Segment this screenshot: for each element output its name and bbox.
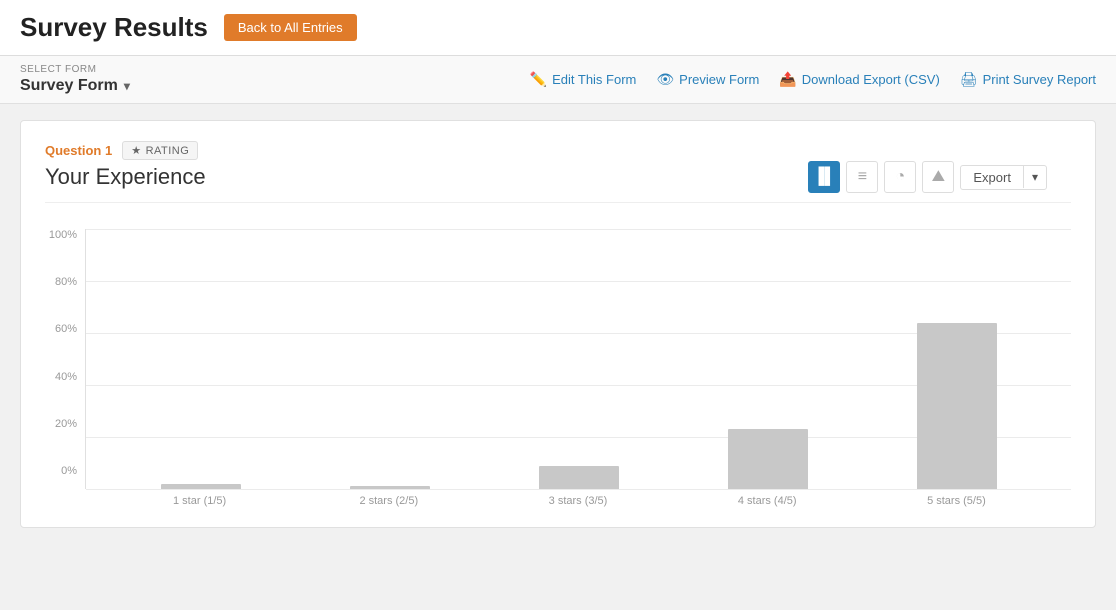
select-form-label: SELECT FORM (20, 64, 130, 75)
chevron-down-icon: ▾ (124, 79, 130, 93)
bar-group-2 (295, 486, 484, 489)
bar-2 (350, 486, 430, 489)
question-card: Question 1 ★ RATING ▐▌ ≡ ◔ (20, 120, 1096, 528)
x-label-1: 1 star (1/5) (105, 495, 294, 507)
bar-chart-icon: ▐▌ (813, 168, 836, 186)
x-label-2: 2 stars (2/5) (294, 495, 483, 507)
toolbar-actions: ✏️ Edit This Form 👁 Preview Form 📤 Downl… (530, 71, 1096, 88)
x-labels: 1 star (1/5) 2 stars (2/5) 3 stars (3/5)… (85, 489, 1071, 507)
chart-body: 1 star (1/5) 2 stars (2/5) 3 stars (3/5)… (85, 229, 1071, 507)
download-export-label: Download Export (CSV) (802, 72, 940, 87)
edit-form-label: Edit This Form (552, 72, 636, 87)
bar-5 (917, 323, 997, 489)
question-type-badge: ★ RATING (122, 141, 198, 160)
main-content: Question 1 ★ RATING ▐▌ ≡ ◔ (0, 104, 1116, 544)
x-label-5: 5 stars (5/5) (862, 495, 1051, 507)
bar-group-4 (673, 429, 862, 489)
form-select-wrapper: SELECT FORM Survey Form ▾ (20, 64, 130, 95)
export-label: Export (961, 166, 1023, 189)
y-label-60: 60% (55, 323, 77, 335)
x-label-4: 4 stars (4/5) (673, 495, 862, 507)
chart-grid (85, 229, 1071, 489)
y-axis: 100% 80% 60% 40% 20% 0% (45, 229, 85, 507)
area-chart-button[interactable]: ⛰ (922, 161, 954, 193)
chart-wrapper: 100% 80% 60% 40% 20% 0% (45, 229, 1071, 507)
download-export-link[interactable]: 📤 Download Export (CSV) (779, 71, 939, 88)
bar-chart-button[interactable]: ▐▌ (808, 161, 840, 193)
y-label-0: 0% (61, 465, 77, 477)
export-dropdown[interactable]: Export ▾ (960, 165, 1047, 190)
question-number: Question 1 (45, 143, 112, 158)
x-label-3: 3 stars (3/5) (483, 495, 672, 507)
question-type-label: RATING (146, 145, 190, 157)
print-survey-link[interactable]: 🖨 Print Survey Report (960, 71, 1096, 88)
page-title: Survey Results (20, 12, 208, 43)
edit-form-link[interactable]: ✏️ Edit This Form (530, 71, 637, 88)
divider (45, 202, 1071, 203)
top-header: Survey Results Back to All Entries (0, 0, 1116, 56)
preview-form-label: Preview Form (679, 72, 759, 87)
y-label-20: 20% (55, 418, 77, 430)
pie-chart-button[interactable]: ◔ (884, 161, 916, 193)
y-label-100: 100% (49, 229, 77, 241)
bar-4 (728, 429, 808, 489)
bar-3 (539, 466, 619, 489)
question-card-inner: Question 1 ★ RATING ▐▌ ≡ ◔ (45, 141, 1071, 507)
area-chart-icon: ⛰ (932, 168, 945, 186)
bar-group-3 (484, 466, 673, 489)
eye-icon: 👁 (656, 71, 674, 88)
print-survey-label: Print Survey Report (983, 72, 1096, 87)
preview-form-link[interactable]: 👁 Preview Form (656, 71, 759, 88)
list-icon: ≡ (858, 168, 867, 186)
y-label-40: 40% (55, 371, 77, 383)
download-icon: 📤 (779, 71, 796, 88)
pie-chart-icon: ◔ (896, 168, 906, 186)
bar-group-5 (862, 323, 1051, 489)
form-select-value: Survey Form (20, 77, 118, 95)
question-header: Question 1 ★ RATING ▐▌ ≡ ◔ (45, 141, 1071, 160)
grid-line-0 (86, 489, 1071, 490)
export-chevron-icon: ▾ (1023, 166, 1046, 188)
chart-area: 100% 80% 60% 40% 20% 0% (45, 219, 1071, 507)
edit-icon: ✏️ (530, 71, 547, 88)
form-select-dropdown[interactable]: Survey Form ▾ (20, 77, 130, 95)
toolbar: SELECT FORM Survey Form ▾ ✏️ Edit This F… (0, 56, 1116, 104)
bars-row (86, 229, 1071, 489)
bar-group-1 (106, 484, 295, 489)
list-view-button[interactable]: ≡ (846, 161, 878, 193)
bar-1 (161, 484, 241, 489)
y-label-80: 80% (55, 276, 77, 288)
print-icon: 🖨 (960, 71, 978, 88)
chart-controls: ▐▌ ≡ ◔ ⛰ Export ▾ (808, 161, 1047, 193)
star-icon: ★ (131, 144, 141, 157)
back-to-all-entries-button[interactable]: Back to All Entries (224, 14, 357, 41)
